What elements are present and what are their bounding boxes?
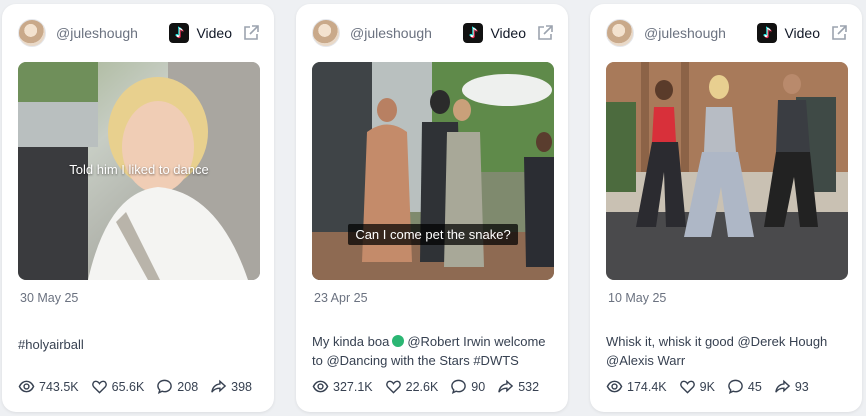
- tiktok-icon: ♪: [463, 23, 484, 43]
- heart-icon: [385, 380, 401, 394]
- comments-count: 45: [747, 379, 762, 394]
- post-date: 23 Apr 25: [314, 291, 368, 305]
- heart-icon: [91, 380, 107, 394]
- avatar[interactable]: [606, 19, 634, 47]
- post-header: @juleshough ♪ Video: [2, 4, 274, 62]
- shares-stat: 532: [497, 378, 539, 395]
- eye-icon: [312, 380, 329, 393]
- external-link-icon[interactable]: [242, 24, 260, 42]
- views-count: 174.4K: [627, 379, 667, 394]
- likes-count: 9K: [699, 379, 715, 394]
- comment-icon: [728, 379, 743, 394]
- shares-count: 93: [794, 379, 809, 394]
- external-link-icon[interactable]: [536, 24, 554, 42]
- avatar[interactable]: [18, 19, 46, 47]
- post-header: @juleshough ♪ Video: [590, 4, 862, 62]
- post-date: 30 May 25: [20, 291, 79, 305]
- likes-stat: 9K: [679, 378, 715, 395]
- comments-stat: 45: [727, 378, 762, 395]
- likes-count: 65.6K: [111, 379, 145, 394]
- snake-emoji-icon: [392, 335, 405, 347]
- post-card[interactable]: @juleshough ♪ Video 10 May 25 Whisk it,: [590, 4, 862, 412]
- views-count: 743.5K: [39, 379, 79, 394]
- eye-icon: [606, 380, 623, 393]
- views-stat: 174.4K: [606, 378, 667, 395]
- avatar[interactable]: [312, 19, 340, 47]
- shares-count: 398: [231, 379, 253, 394]
- likes-stat: 65.6K: [91, 378, 145, 395]
- views-stat: 743.5K: [18, 378, 79, 395]
- author-handle[interactable]: @juleshough: [644, 25, 757, 41]
- thumbnail-image: [606, 62, 848, 280]
- comments-count: 90: [471, 379, 486, 394]
- video-overlay-text: Told him I liked to dance: [69, 162, 209, 177]
- video-thumbnail[interactable]: [606, 62, 848, 280]
- video-thumbnail[interactable]: Can I come pet the snake?: [312, 62, 554, 280]
- views-stat: 327.1K: [312, 378, 373, 395]
- shares-count: 532: [518, 379, 540, 394]
- shares-stat: 398: [210, 378, 252, 395]
- video-overlay-text: Can I come pet the snake?: [348, 224, 518, 245]
- author-handle[interactable]: @juleshough: [56, 25, 169, 41]
- post-description: #holyairball: [18, 337, 84, 352]
- post-date: 10 May 25: [608, 291, 667, 305]
- likes-stat: 22.6K: [385, 378, 439, 395]
- video-overlay-caption: Can I come pet the snake?: [312, 224, 554, 245]
- post-card[interactable]: @juleshough ♪ Video Can I come pet the s…: [296, 4, 568, 412]
- comments-stat: 208: [156, 378, 198, 395]
- comment-icon: [157, 379, 173, 394]
- likes-count: 22.6K: [405, 379, 439, 394]
- share-icon: [775, 379, 790, 393]
- post-description: My kinda boa @Robert Irwin welcome to @Da…: [312, 332, 554, 370]
- post-stats: 174.4K 9K 45 93: [606, 378, 821, 395]
- post-stats: 743.5K 65.6K 208 398: [18, 378, 264, 395]
- post-card[interactable]: @juleshough ♪ Video Told him I liked to …: [2, 4, 274, 412]
- thumbnail-image: [312, 62, 554, 280]
- comment-icon: [451, 379, 467, 394]
- platform-label: Video: [784, 25, 820, 41]
- platform-label: Video: [490, 25, 526, 41]
- tiktok-icon: ♪: [757, 23, 778, 43]
- heart-icon: [679, 380, 695, 394]
- external-link-icon[interactable]: [830, 24, 848, 42]
- tiktok-icon: ♪: [169, 23, 190, 43]
- views-count: 327.1K: [333, 379, 373, 394]
- share-icon: [498, 379, 514, 393]
- author-handle[interactable]: @juleshough: [350, 25, 463, 41]
- share-icon: [211, 379, 227, 393]
- eye-icon: [18, 380, 35, 393]
- comments-stat: 90: [450, 378, 485, 395]
- post-description: Whisk it, whisk it good @Derek Hough @Al…: [606, 334, 828, 368]
- post-stats: 327.1K 22.6K 90 532: [312, 378, 551, 395]
- description-text: My kinda boa: [312, 334, 390, 349]
- platform-label: Video: [196, 25, 232, 41]
- post-header: @juleshough ♪ Video: [296, 4, 568, 62]
- shares-stat: 93: [774, 378, 809, 395]
- video-thumbnail[interactable]: Told him I liked to dance: [18, 62, 260, 280]
- comments-count: 208: [177, 379, 199, 394]
